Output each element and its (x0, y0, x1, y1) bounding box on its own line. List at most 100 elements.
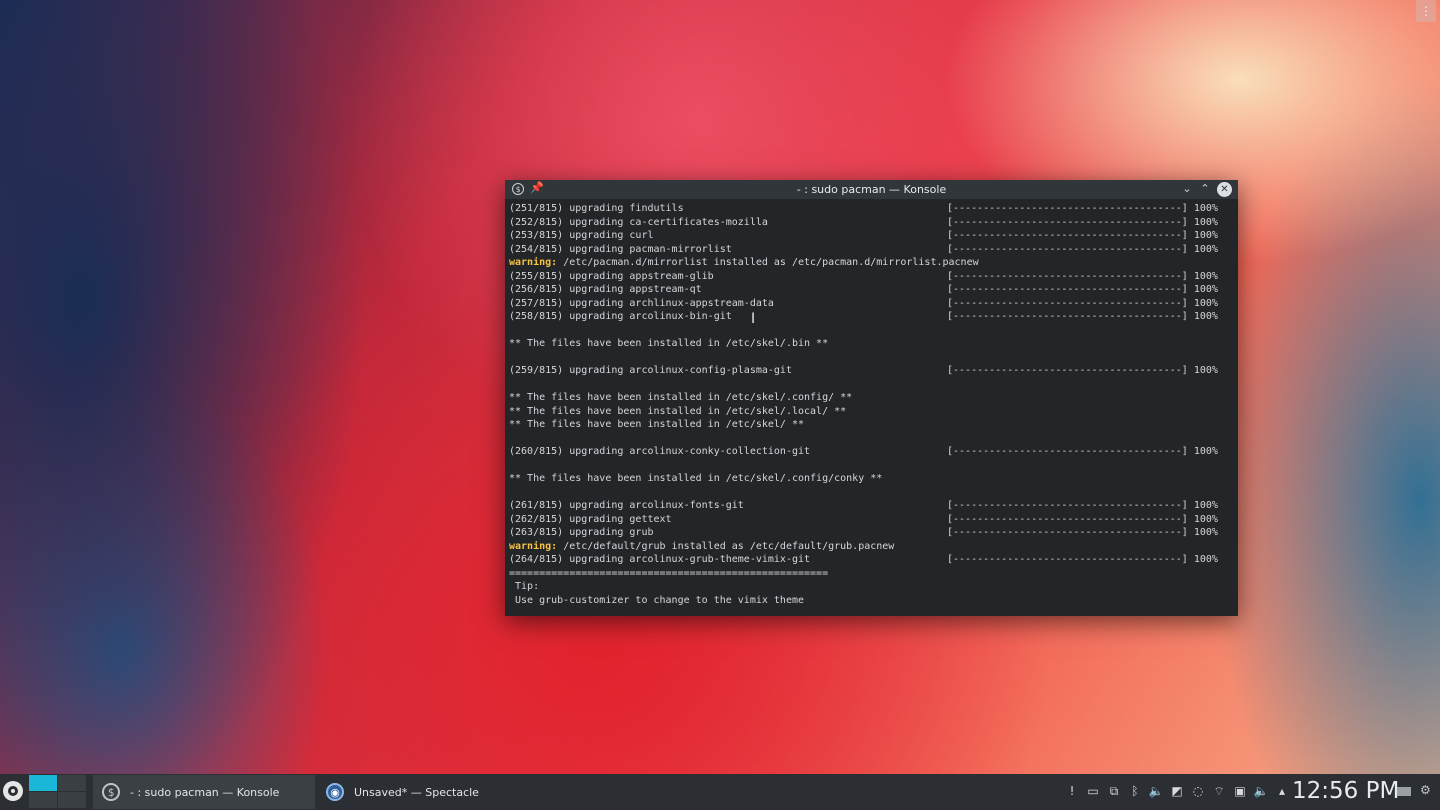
pager-desktop-4[interactable] (58, 792, 86, 808)
minimize-button[interactable]: ⌄ (1180, 182, 1194, 195)
text-cursor-icon: I (751, 311, 756, 327)
system-tray: ! ▭ ⧉ ᛒ 🔈 ◩ ◌ ⌔ ▣ 🔈 ▴ (1064, 784, 1290, 799)
clipboard-icon[interactable]: ⧉ (1106, 784, 1122, 799)
progress-bar-text: [--------------------------------------]… (947, 554, 1218, 565)
progress-bar-text: [--------------------------------------]… (947, 365, 1218, 376)
terminal-line: warning: /etc/pacman.d/mirrorlist instal… (509, 256, 1236, 270)
terminal-line: (252/815) upgrading ca-certificates-mozi… (509, 216, 1236, 230)
notifications-icon[interactable]: ! (1064, 784, 1080, 799)
konsole-task-icon: $ (102, 783, 120, 801)
warning-label: warning: (509, 540, 558, 552)
terminal-line: (255/815) upgrading appstream-glib [-----… (509, 270, 1236, 284)
terminal-line: ** The files have been installed in /etc… (509, 418, 1236, 432)
digital-clock[interactable]: 12:56 PM (1292, 778, 1399, 804)
application-launcher-button[interactable] (3, 781, 23, 801)
task-konsole[interactable]: $ - : sudo pacman — Konsole (93, 775, 315, 809)
desktop-toolbox-button[interactable]: ⋮ (1416, 0, 1436, 22)
pager-desktop-1[interactable] (29, 775, 57, 791)
terminal-line: (256/815) upgrading appstream-qt [-------… (509, 283, 1236, 297)
terminal-line: (264/815) upgrading arcolinux-grub-theme… (509, 553, 1236, 567)
tray-expand-icon[interactable]: ▴ (1274, 784, 1290, 799)
keyboard-layout-icon[interactable] (1397, 787, 1411, 796)
progress-bar-text: [--------------------------------------]… (947, 527, 1218, 538)
terminal-line: Tip: (509, 580, 1236, 594)
task-label: Unsaved* — Spectacle (354, 785, 479, 799)
terminal-line: (263/815) upgrading grub [---------------… (509, 526, 1236, 540)
terminal-line-text: (258/815) upgrading arcolinux-bin-git (509, 311, 732, 322)
wifi-icon[interactable]: ⌔ (1211, 784, 1227, 799)
warning-label: warning: (509, 257, 558, 268)
terminal-line: (257/815) upgrading archlinux-appstream-… (509, 297, 1236, 311)
window-title: - : sudo pacman — Konsole (796, 183, 947, 196)
terminal-line-text: ** The files have been installed in /etc… (509, 473, 883, 484)
terminal-line-text: (256/815) upgrading appstream-qt (509, 284, 702, 295)
progress-bar-text: [--------------------------------------]… (947, 203, 1218, 214)
terminal-line: (262/815) upgrading gettext [------------… (509, 513, 1236, 527)
terminal-line-text: (252/815) upgrading ca-certificates-mozi… (509, 216, 768, 228)
task-label: - : sudo pacman — Konsole (130, 785, 280, 799)
terminal-line-text: (259/815) upgrading arcolinux-config-pla… (509, 365, 792, 376)
volume-icon[interactable]: 🔈 (1148, 784, 1164, 799)
terminal-line: warning: /etc/default/grub installed as … (509, 540, 1236, 554)
progress-bar-text: [--------------------------------------]… (947, 243, 1218, 255)
terminal-line-text: (262/815) upgrading gettext (509, 513, 672, 525)
terminal-line-text: /etc/default/grub installed as /etc/defa… (557, 540, 895, 552)
terminal-line-text: (255/815) upgrading appstream-glib (509, 270, 714, 282)
progress-bar-text: [--------------------------------------]… (947, 446, 1218, 457)
close-button[interactable]: ✕ (1217, 182, 1232, 197)
virtual-desktop-pager[interactable] (29, 775, 87, 809)
terminal-line: (261/815) upgrading arcolinux-fonts-git [… (509, 499, 1236, 513)
terminal-line-text: (254/815) upgrading pacman-mirrorlist (509, 243, 732, 255)
terminal-line-text: (263/815) upgrading grub (509, 527, 654, 538)
terminal-line: (260/815) upgrading arcolinux-conky-coll… (509, 445, 1236, 459)
maximize-button[interactable]: ⌃ (1198, 182, 1212, 195)
terminal-line: ========================================… (509, 567, 1236, 581)
progress-bar-text: [--------------------------------------]… (947, 513, 1218, 525)
progress-bar-text: [--------------------------------------]… (947, 270, 1218, 282)
display-icon[interactable]: ▭ (1085, 784, 1101, 799)
task-spectacle[interactable]: ◉ Unsaved* — Spectacle (317, 775, 541, 809)
progress-bar-text: [--------------------------------------]… (947, 500, 1218, 511)
updates-icon[interactable]: ◌ (1190, 784, 1206, 799)
terminal-line-text: /etc/pacman.d/mirrorlist installed as /e… (557, 257, 979, 268)
terminal-line: (258/815) upgrading arcolinux-bin-git [--… (509, 310, 1236, 324)
terminal-line-text: ** The files have been installed in /etc… (509, 338, 829, 349)
launcher-icon (8, 786, 18, 796)
terminal-line-text: (257/815) upgrading archlinux-appstream-… (509, 297, 774, 309)
terminal-line-text: (251/815) upgrading findutils (509, 203, 684, 214)
terminal-output[interactable]: (251/815) upgrading findutils [----------… (509, 202, 1236, 612)
terminal-line-text: Tip: (509, 581, 540, 592)
panel-settings-icon[interactable]: ⚙ (1420, 783, 1431, 797)
progress-bar-text: [--------------------------------------]… (947, 216, 1218, 228)
spectacle-task-icon: ◉ (326, 783, 344, 801)
bluetooth-icon[interactable]: ᛒ (1127, 784, 1143, 799)
terminal-line-text: ** The files have been installed in /etc… (509, 392, 853, 403)
progress-bar-text: [--------------------------------------]… (947, 297, 1218, 309)
terminal-line-text: (253/815) upgrading curl (509, 230, 654, 241)
terminal-line-text: ** The files have been installed in /etc… (509, 405, 847, 417)
pager-desktop-3[interactable] (29, 792, 57, 808)
screenshot-icon[interactable]: ◩ (1169, 784, 1185, 799)
terminal-line: (254/815) upgrading pacman-mirrorlist [--… (509, 243, 1236, 257)
audio-icon[interactable]: 🔈 (1253, 784, 1269, 799)
window-titlebar[interactable]: $ 📌 - : sudo pacman — Konsole ⌄ ⌃ ✕ (505, 180, 1238, 199)
terminal-line: ** The files have been installed in /etc… (509, 472, 1236, 486)
progress-bar-text: [--------------------------------------]… (947, 230, 1218, 241)
terminal-line: (251/815) upgrading findutils [----------… (509, 202, 1236, 216)
pager-desktop-2[interactable] (58, 775, 86, 791)
terminal-line: ** The files have been installed in /etc… (509, 391, 1236, 405)
progress-bar-text: [--------------------------------------]… (947, 311, 1218, 322)
devices-icon[interactable]: ▣ (1232, 784, 1248, 799)
terminal-line: ** The files have been installed in /etc… (509, 405, 1236, 419)
progress-bar-text: [--------------------------------------]… (947, 284, 1218, 295)
terminal-line-text: ========================================… (509, 567, 829, 579)
terminal-line: (253/815) upgrading curl [---------------… (509, 229, 1236, 243)
terminal-line-text: (261/815) upgrading arcolinux-fonts-git (509, 500, 744, 511)
terminal-line-text: ** The files have been installed in /etc… (509, 419, 805, 430)
